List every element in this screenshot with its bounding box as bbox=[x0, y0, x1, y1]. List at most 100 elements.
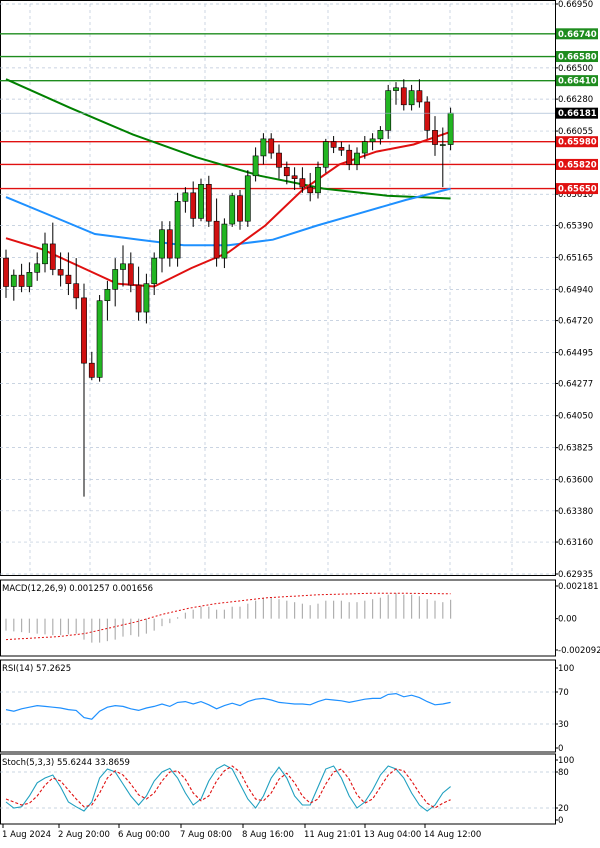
candle-body bbox=[136, 285, 141, 312]
rsi-tick-label: 0 bbox=[558, 744, 563, 754]
rsi-line bbox=[6, 694, 451, 720]
price-tick-label: 0.64495 bbox=[558, 349, 593, 359]
candle-body bbox=[206, 184, 211, 221]
candle-body bbox=[308, 187, 313, 193]
time-label: 1 Aug 2024 bbox=[2, 830, 51, 840]
candle-body bbox=[331, 142, 336, 148]
candle-body bbox=[198, 184, 203, 218]
candle-body bbox=[113, 269, 118, 289]
candle-body bbox=[237, 196, 242, 222]
moving-average-line bbox=[6, 79, 451, 198]
candle-body bbox=[159, 230, 164, 258]
stoch-tick-label: 80 bbox=[558, 768, 569, 778]
level-label: 0.66740 bbox=[558, 30, 597, 40]
time-label: 11 Aug 21:01 bbox=[304, 830, 361, 840]
macd-title: MACD(12,26,9) 0.001257 0.001656 bbox=[2, 584, 153, 594]
stoch-title: Stoch(5,3,3) 55.6244 33.8659 bbox=[2, 758, 130, 768]
level-label: 0.66580 bbox=[558, 53, 597, 63]
price-tick-label: 0.63825 bbox=[558, 444, 593, 454]
candle-body bbox=[128, 264, 133, 285]
level-label: 0.65820 bbox=[558, 160, 597, 170]
candle-body bbox=[409, 91, 414, 105]
trading-chart: 0.669500.665000.662800.660550.656100.653… bbox=[0, 0, 600, 844]
candle-body bbox=[222, 224, 227, 258]
candle-body bbox=[417, 91, 422, 102]
candle-body bbox=[386, 91, 391, 131]
rsi-panel: RSI(14) 57.2625 10070300 bbox=[0, 660, 574, 754]
candle-body bbox=[339, 147, 344, 150]
candle-body bbox=[292, 176, 297, 179]
candle-body bbox=[230, 196, 235, 224]
current-price-label: 0.66181 bbox=[558, 109, 597, 119]
candle-body bbox=[393, 88, 398, 91]
candle-body bbox=[66, 275, 71, 284]
price-tick-label: 0.66055 bbox=[558, 127, 593, 137]
price-tick-label: 0.64050 bbox=[558, 412, 593, 422]
candle-body bbox=[440, 145, 445, 146]
stoch-tick-label: 20 bbox=[558, 804, 569, 814]
candle-body bbox=[50, 244, 55, 270]
stoch-panel: Stoch(5,3,3) 55.6244 33.8659 10080200 bbox=[0, 754, 574, 826]
macd-signal-line bbox=[6, 593, 451, 639]
candle-body bbox=[97, 301, 102, 378]
candle-body bbox=[81, 298, 86, 363]
candle-body bbox=[58, 269, 63, 275]
candle-body bbox=[175, 201, 180, 258]
price-tick-label: 0.66950 bbox=[558, 0, 593, 10]
time-label: 7 Aug 08:00 bbox=[180, 830, 232, 840]
candle-body bbox=[362, 142, 367, 153]
price-tick-label: 0.64940 bbox=[558, 285, 593, 295]
candle-body bbox=[253, 156, 258, 176]
macd-panel: MACD(12,26,9) 0.001257 0.001656 0.002181… bbox=[1, 580, 600, 656]
level-label: 0.65980 bbox=[558, 138, 597, 148]
candle-body bbox=[11, 275, 16, 286]
candle-body bbox=[152, 258, 157, 284]
candle-body bbox=[167, 230, 172, 258]
price-tick-label: 0.65390 bbox=[558, 221, 593, 231]
time-label: 13 Aug 04:00 bbox=[364, 830, 421, 840]
price-tick-label: 0.63600 bbox=[558, 476, 593, 486]
candle-body bbox=[261, 139, 266, 156]
candle-body bbox=[300, 179, 305, 188]
price-tick-label: 0.66280 bbox=[558, 95, 593, 105]
rsi-tick-label: 30 bbox=[558, 720, 569, 730]
time-label: 2 Aug 20:00 bbox=[58, 830, 110, 840]
candle-body bbox=[214, 221, 219, 258]
candle-body bbox=[378, 130, 383, 139]
macd-tick-label: 0.002181 bbox=[558, 582, 599, 592]
candle-body bbox=[191, 193, 196, 219]
time-label: 14 Aug 12:00 bbox=[424, 830, 481, 840]
candle-body bbox=[401, 88, 406, 105]
chart-root: 0.669500.665000.662800.660550.656100.653… bbox=[0, 0, 600, 844]
price-tick-label: 0.65165 bbox=[558, 253, 593, 263]
candle-body bbox=[370, 139, 375, 142]
time-label: 8 Aug 16:00 bbox=[242, 830, 294, 840]
price-tick-label: 0.66500 bbox=[558, 64, 593, 74]
candle-body bbox=[269, 139, 274, 153]
macd-tick-label: -0.002092 bbox=[558, 646, 600, 656]
candle-body bbox=[105, 289, 110, 300]
candle-body bbox=[144, 284, 149, 312]
candle-body bbox=[74, 284, 79, 298]
candle-body bbox=[276, 153, 281, 167]
rsi-title: RSI(14) 57.2625 bbox=[2, 664, 71, 674]
candle-body bbox=[19, 275, 24, 286]
price-panel: 0.669500.665000.662800.660550.656100.653… bbox=[0, 0, 598, 580]
price-tick-label: 0.62935 bbox=[558, 570, 593, 580]
price-tick-label: 0.63380 bbox=[558, 507, 593, 517]
price-tick-label: 0.64277 bbox=[558, 379, 593, 389]
candle-body bbox=[42, 244, 47, 264]
candle-body bbox=[3, 258, 8, 286]
candle-body bbox=[183, 193, 188, 202]
candle-body bbox=[89, 363, 94, 377]
candle-body bbox=[284, 167, 289, 176]
candle-body bbox=[354, 153, 359, 164]
candle-body bbox=[35, 264, 40, 273]
price-tick-label: 0.63160 bbox=[558, 538, 593, 548]
candle-body bbox=[245, 176, 250, 221]
candle-body bbox=[347, 150, 352, 164]
time-label: 6 Aug 00:00 bbox=[118, 830, 170, 840]
stoch-tick-label: 100 bbox=[558, 756, 574, 766]
rsi-tick-label: 70 bbox=[558, 688, 569, 698]
moving-average-line bbox=[6, 132, 451, 287]
